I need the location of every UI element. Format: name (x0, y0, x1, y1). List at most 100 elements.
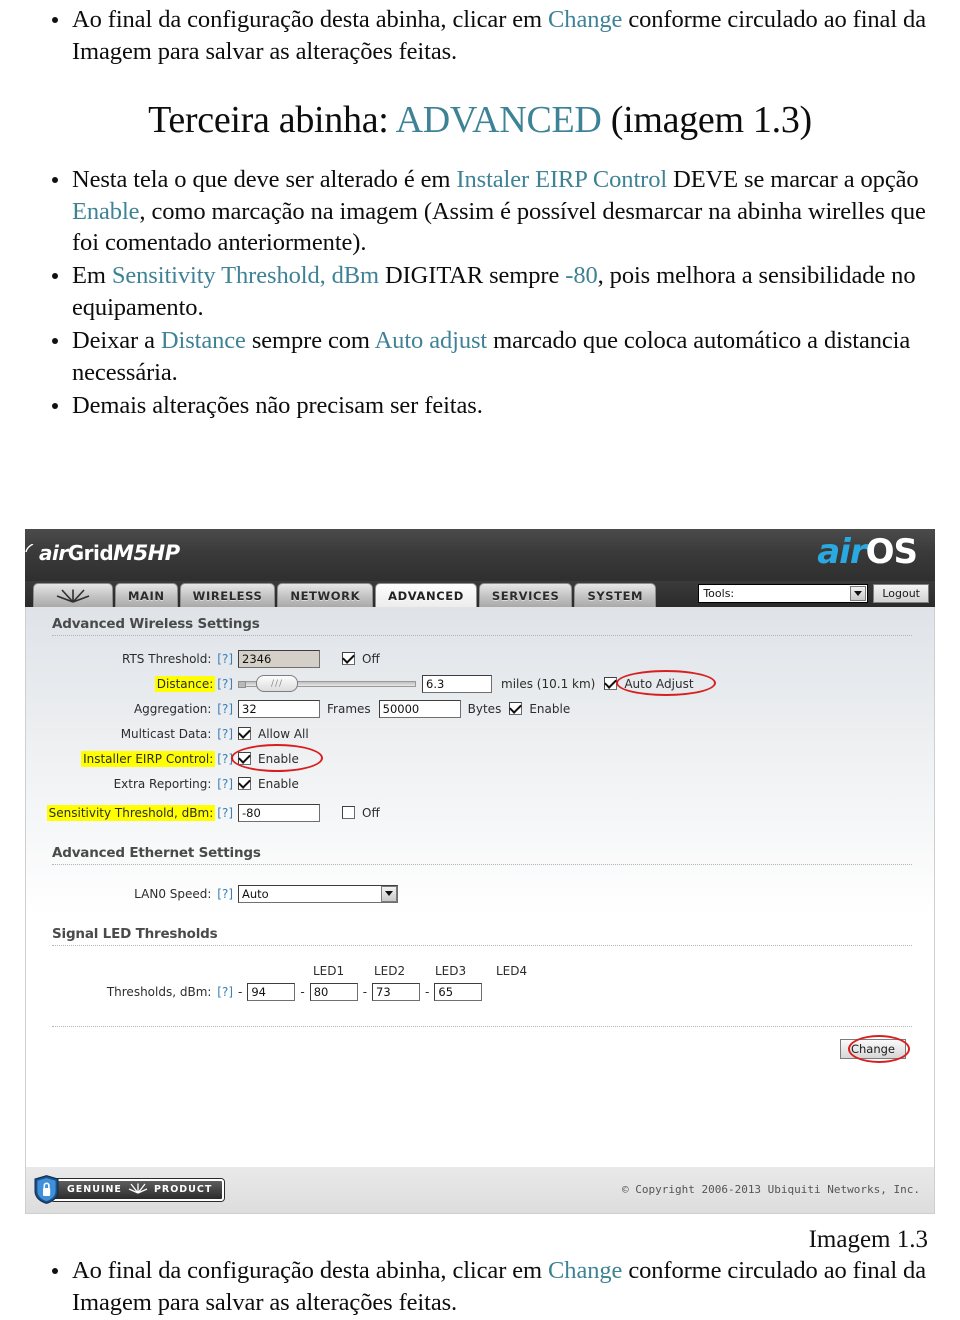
advanced-ethernet-settings-title: Advanced Ethernet Settings (52, 845, 261, 861)
distance-slider-handle[interactable]: /// (256, 675, 298, 692)
bullet-highlight: Distance (160, 326, 246, 354)
eirp-help-icon[interactable]: [?] (217, 752, 233, 766)
bullet-text: sempre com (245, 326, 375, 354)
tab-advanced-label: ADVANCED (388, 588, 464, 603)
led-thresholds-label: Thresholds, dBm: [?] (26, 985, 238, 999)
distance-label-text: Distance: (154, 675, 216, 692)
shield-lock-icon (34, 1175, 59, 1204)
genuine-text-left: GENUINE (67, 1184, 122, 1195)
chevron-down-icon[interactable] (850, 586, 867, 601)
tools-area: Tools: Logout (698, 584, 929, 603)
genuine-product-badge: GENUINE PRODUCT (34, 1175, 225, 1204)
multicast-help-icon[interactable]: [?] (217, 727, 233, 741)
section-divider-ethernet (52, 864, 912, 865)
tab-wireless-label: WIRELESS (192, 588, 263, 603)
aggregation-bytes-input[interactable]: 50000 (378, 699, 461, 718)
airos-screenshot: airGridM5HP airOS MAIN WIRELESS NETWORK ADV… (25, 529, 935, 1214)
tab-network[interactable]: NETWORK (277, 583, 374, 607)
sensitivity-label: Sensitivity Threshold, dBm: [?] (26, 804, 238, 821)
sensitivity-help-icon[interactable]: [?] (217, 806, 233, 820)
lan0-help-icon[interactable]: [?] (217, 887, 233, 901)
page-title-before: Terceira abinha: (148, 98, 396, 141)
distance-label: Distance: [?] (26, 675, 238, 692)
lan0-speed-dropdown[interactable]: Auto (238, 884, 398, 903)
distance-help-icon[interactable]: [?] (217, 677, 233, 691)
led-separator-3: - (362, 984, 368, 999)
tab-wireless[interactable]: WIRELESS (179, 583, 276, 607)
sensitivity-threshold-input[interactable]: -80 (238, 803, 320, 822)
logo-grid: Grid (67, 541, 114, 565)
aggregation-bytes-label: Bytes (467, 701, 502, 716)
lan0-speed-value: Auto (242, 886, 269, 901)
rts-help-icon[interactable]: [?] (217, 652, 233, 666)
tab-main-label: MAIN (128, 588, 165, 603)
airos-footer: GENUINE PRODUCT © Copyright 2006-2013 Ub… (25, 1167, 935, 1214)
bullet-highlight: Enable (72, 197, 140, 225)
led-header-1: LED1 (313, 964, 345, 978)
rts-threshold-label: RTS Threshold: [?] (26, 652, 238, 666)
row-installer-eirp-control: Installer EIRP Control: [?] Enable (26, 744, 934, 772)
tab-main[interactable]: MAIN (115, 583, 178, 607)
led-header-2: LED2 (374, 964, 406, 978)
extra-reporting-label: Extra Reporting: [?] (26, 777, 238, 791)
ubiquiti-antenna-icon (56, 588, 90, 603)
led-threshold-input-4[interactable]: 65 (434, 982, 483, 1001)
distance-unit-label: miles (10.1 km) (501, 676, 596, 691)
aggregation-enable-checkbox[interactable] (509, 702, 523, 715)
tools-dropdown[interactable]: Tools: (698, 584, 869, 603)
aggregation-help-icon[interactable]: [?] (217, 702, 233, 716)
antenna-accent-icon (25, 544, 34, 553)
led-thresholds-help-icon[interactable]: [?] (217, 985, 233, 999)
logout-button[interactable]: Logout (873, 584, 929, 603)
eirp-enable-checkbox[interactable] (238, 752, 251, 765)
change-button[interactable]: Change (839, 1039, 906, 1059)
led-header-3: LED3 (435, 964, 467, 978)
distance-input[interactable]: 6.3 (422, 674, 492, 693)
led-header-4: LED4 (496, 964, 528, 978)
airos-logo-os: OS (865, 532, 918, 572)
logo-air: air (39, 541, 68, 565)
aggregation-label: Aggregation: [?] (26, 702, 238, 716)
bullet-text: , como marcação na imagem (Assim é possí… (72, 197, 926, 257)
led-thresholds-label-text: Thresholds, dBm: (106, 984, 212, 999)
rts-threshold-label-text: RTS Threshold: (122, 651, 212, 666)
aggregation-frames-label: Frames (327, 701, 371, 716)
led-threshold-input-3[interactable]: 73 (372, 982, 421, 1001)
bullet-highlight: Change (548, 1257, 623, 1284)
row-lan0-speed: LAN0 Speed: [?] Auto (26, 881, 934, 906)
bullet-item: Nesta tela o que deve ser alterado é em … (34, 164, 926, 260)
multicast-allow-all-checkbox[interactable] (238, 727, 251, 740)
rts-threshold-input[interactable]: 2346 (238, 649, 320, 668)
copyright-text: © Copyright 2006-2013 Ubiquiti Networks,… (621, 1183, 920, 1196)
extra-reporting-enable-checkbox[interactable] (238, 777, 251, 790)
logo-model: M5HP (113, 541, 180, 565)
led-threshold-input-2[interactable]: 80 (309, 982, 358, 1001)
bullet-item: Deixar a Distance sempre com Auto adjust… (34, 325, 926, 389)
sensitivity-off-checkbox[interactable] (342, 806, 355, 819)
row-aggregation: Aggregation: [?] 32 Frames 50000 Bytes E… (26, 696, 934, 721)
tab-system[interactable]: SYSTEM (574, 583, 657, 607)
aggregation-frames-input[interactable]: 32 (238, 699, 320, 718)
lan0-speed-label: LAN0 Speed: [?] (26, 887, 238, 901)
bullet-text: Ao final da configuração desta abinha, c… (72, 1257, 549, 1284)
tab-services[interactable]: SERVICES (478, 583, 573, 607)
bullet-highlight: -80 (565, 262, 598, 290)
tab-home[interactable] (33, 583, 113, 607)
figure-caption: Imagem 1.3 (808, 1226, 928, 1253)
tab-advanced[interactable]: ADVANCED (375, 583, 477, 607)
distance-slider[interactable]: /// (238, 675, 416, 692)
extra-reporting-enable-label: Enable (258, 776, 299, 791)
multicast-label-text: Multicast Data: (120, 726, 212, 741)
bullet-highlight: Sensitivity Threshold, dBm (111, 262, 379, 290)
extra-reporting-help-icon[interactable]: [?] (217, 777, 233, 791)
rts-off-checkbox[interactable] (342, 652, 355, 665)
led-threshold-input-1[interactable]: 94 (247, 982, 296, 1001)
advanced-wireless-form: RTS Threshold: [?] 2346 Off Distance: [?]… (26, 636, 934, 825)
bullet-text: Nesta tela o que deve ser alterado é em (72, 165, 457, 193)
lan0-chevron-down-icon[interactable] (381, 885, 397, 902)
bullet-text: DIGITAR sempre (379, 262, 566, 290)
auto-adjust-checkbox[interactable] (604, 677, 618, 690)
signal-led-thresholds-title: Signal LED Thresholds (52, 926, 218, 942)
distance-slider-cap (238, 680, 246, 688)
page-title-after: (imagem 1.3) (601, 98, 812, 141)
